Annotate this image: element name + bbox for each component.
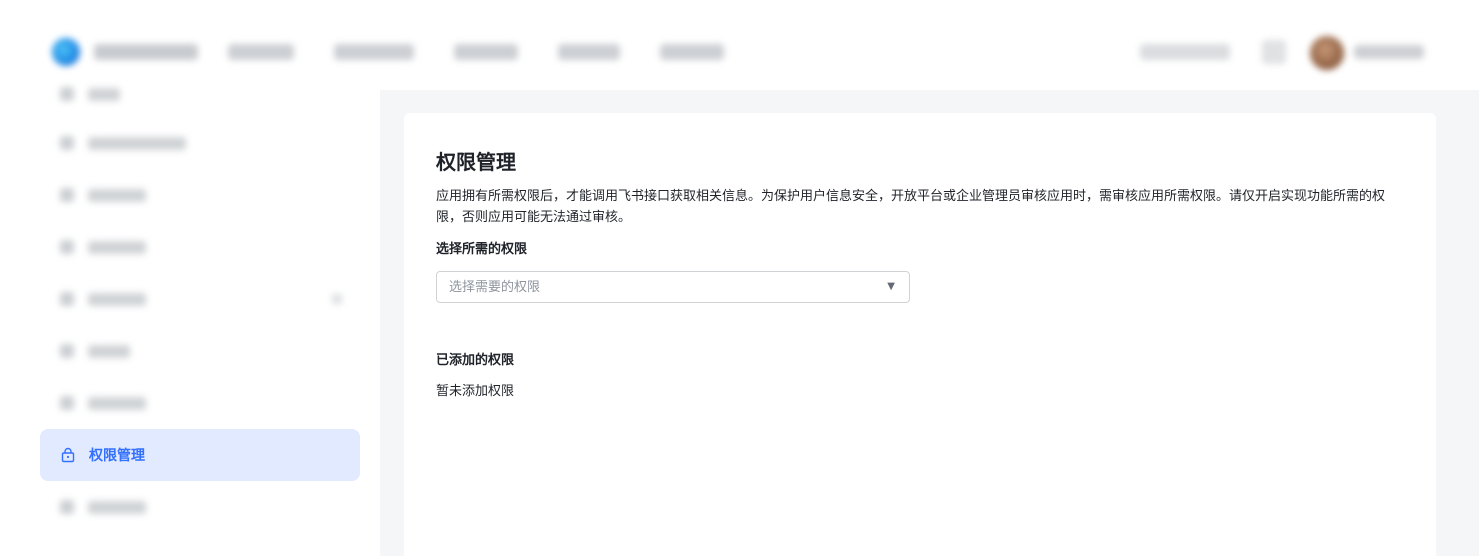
sidebar-item-icon: [60, 344, 74, 358]
nav-item-5[interactable]: [660, 44, 724, 60]
select-section-label: 选择所需的权限: [436, 242, 528, 257]
nav-item-1[interactable]: [228, 44, 294, 60]
nav-item-2[interactable]: [334, 44, 414, 60]
brand-name[interactable]: [94, 44, 198, 60]
sidebar-item-icon: [60, 188, 74, 202]
sidebar-item-label: [88, 188, 146, 202]
sidebar-item-2[interactable]: [40, 117, 360, 169]
sidebar-item-label: [88, 87, 120, 101]
language-switcher[interactable]: [1140, 44, 1230, 60]
sidebar-item-7[interactable]: [40, 377, 360, 429]
permission-select[interactable]: 选择需要的权限 ▼: [436, 271, 910, 303]
sidebar-item-label: [88, 240, 146, 254]
avatar[interactable]: [1310, 36, 1344, 70]
page-description: 应用拥有所需权限后，才能调用飞书接口获取相关信息。为保护用户信息安全，开放平台或…: [436, 189, 1386, 225]
chevron-down-icon: [332, 294, 342, 304]
added-section-label: 已添加的权限: [436, 353, 515, 368]
nav-item-3[interactable]: [454, 44, 518, 60]
notification-icon[interactable]: [1262, 40, 1286, 64]
lock-icon: [61, 447, 75, 463]
sidebar-item-label: [88, 344, 130, 358]
sidebar-item-icon: [60, 136, 74, 150]
page-title: 权限管理: [436, 150, 516, 174]
sidebar-item-label: [88, 500, 146, 514]
sidebar-item-icon: [60, 87, 74, 101]
caret-down-icon: ▼: [887, 281, 895, 292]
sidebar-item-icon: [60, 240, 74, 254]
sidebar-item-icon: [60, 292, 74, 306]
nav-item-4[interactable]: [558, 44, 620, 60]
sidebar-item-label: [88, 292, 146, 306]
sidebar-item-permissions[interactable]: 权限管理: [40, 429, 360, 481]
sidebar-item-1[interactable]: [40, 68, 360, 120]
user-menu[interactable]: [1354, 45, 1424, 59]
sidebar-item-label: 权限管理: [89, 447, 145, 463]
sidebar-item-label: [88, 136, 186, 150]
sidebar-item-5[interactable]: [40, 273, 360, 325]
sidebar-item-4[interactable]: [40, 221, 360, 273]
sidebar-item-icon: [60, 396, 74, 410]
sidebar-item-9[interactable]: [40, 481, 360, 533]
sidebar-item-icon: [60, 500, 74, 514]
permissions-card: [404, 113, 1436, 556]
sidebar-item-label: [88, 396, 146, 410]
empty-state-text: 暂未添加权限: [436, 384, 515, 399]
app-logo-icon[interactable]: [52, 38, 80, 66]
sidebar-item-3[interactable]: [40, 169, 360, 221]
permission-select-placeholder: 选择需要的权限: [449, 280, 541, 295]
sidebar-item-6[interactable]: [40, 325, 360, 377]
